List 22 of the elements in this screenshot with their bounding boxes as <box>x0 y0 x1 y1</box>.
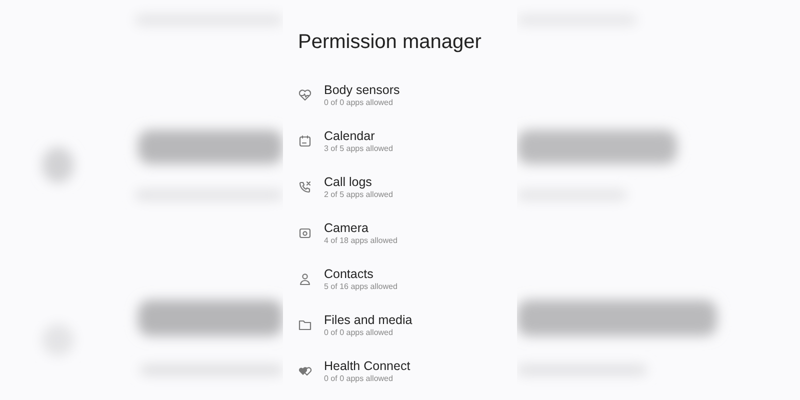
phone-icon <box>298 180 312 194</box>
permission-summary: 5 of 16 apps allowed <box>324 282 398 292</box>
permission-name[interactable]: Contacts <box>324 266 398 282</box>
camera-icon <box>298 226 312 240</box>
hearts-icon <box>298 364 312 378</box>
permission-name[interactable]: Health Connect <box>324 358 410 374</box>
permission-name[interactable]: Call logs <box>324 174 393 190</box>
permission-summary: 4 of 18 apps allowed <box>324 236 398 246</box>
page-title: Permission manager <box>298 30 482 54</box>
permission-name[interactable]: Files and media <box>324 312 412 328</box>
permission-name[interactable]: Camera <box>324 220 398 236</box>
calendar-icon <box>298 134 312 148</box>
permission-summary: 0 of 0 apps allowed <box>324 328 394 338</box>
permission-name[interactable]: Body sensors <box>324 82 400 98</box>
permission-summary: 2 of 5 apps allowed <box>324 190 393 200</box>
permission-summary: 3 of 5 apps allowed <box>324 144 393 154</box>
permission-summary: 0 of 0 apps allowed <box>324 98 394 108</box>
permission-name[interactable]: Calendar <box>324 128 393 144</box>
heart-icon <box>298 88 312 102</box>
person-icon <box>298 272 312 286</box>
folder-icon <box>298 318 312 332</box>
permission-summary: 0 of 0 apps allowed <box>324 374 394 384</box>
